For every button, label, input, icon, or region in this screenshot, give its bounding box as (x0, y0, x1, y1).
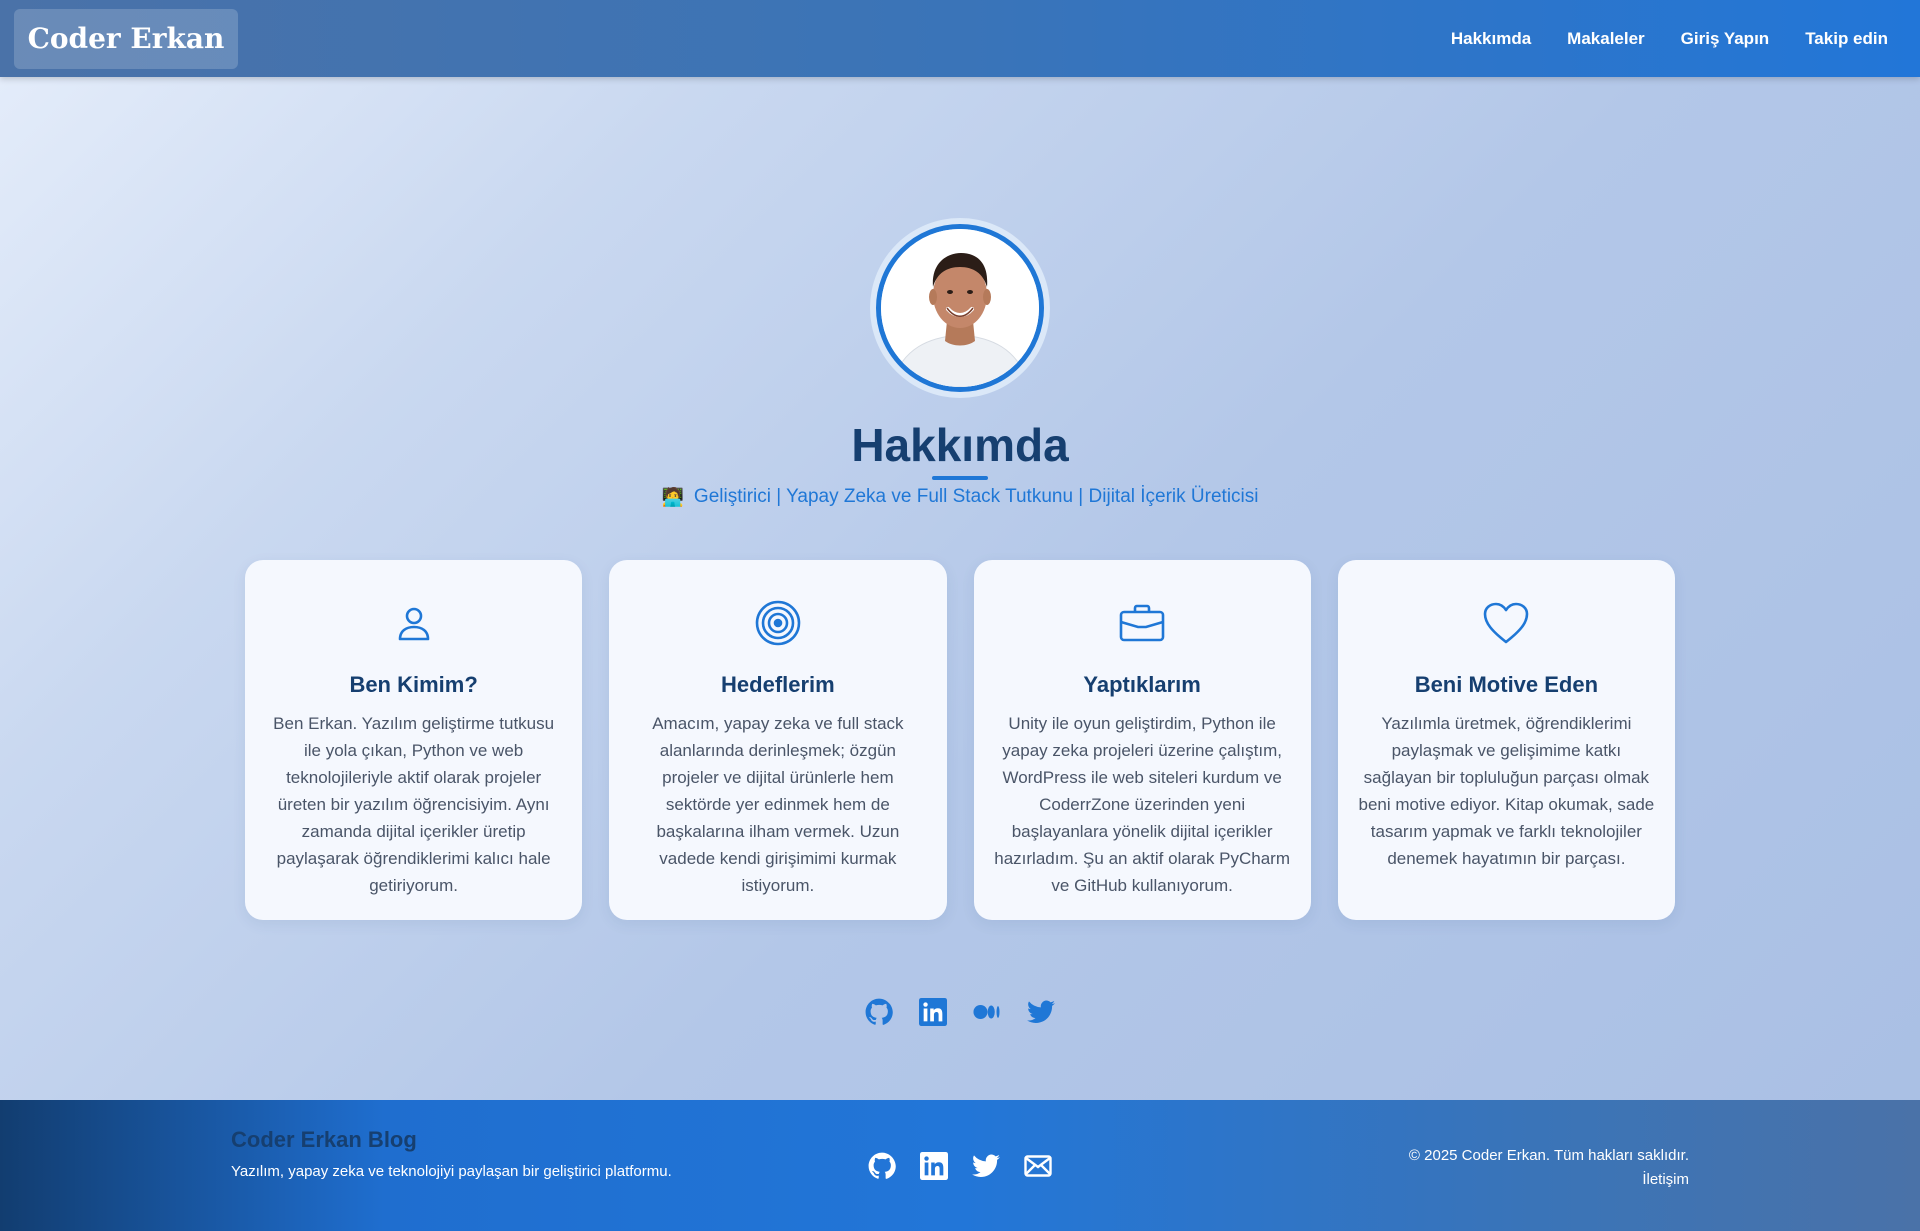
card-title: Ben Kimim? (349, 672, 478, 697)
twitter-icon[interactable] (1027, 998, 1055, 1026)
profile-avatar (876, 224, 1044, 392)
footer-brand-name: Coder Erkan Blog (231, 1127, 417, 1152)
nav-link-makaleler[interactable]: Makaleler (1567, 29, 1645, 49)
github-icon[interactable] (865, 998, 893, 1026)
medium-icon[interactable] (973, 998, 1001, 1026)
footer-social-links (868, 1152, 1052, 1180)
nav-link-takip-edin[interactable]: Takip edin (1805, 29, 1888, 49)
navbar: Coder Erkan Hakkımda Makaleler Giriş Yap… (0, 0, 1920, 77)
github-icon[interactable] (868, 1152, 896, 1180)
profile-photo (881, 229, 1039, 387)
about-cards: Ben Kimim? Ben Erkan. Yazılım geliştirme… (245, 560, 1675, 920)
twitter-icon[interactable] (972, 1152, 1000, 1180)
mail-icon[interactable] (1024, 1152, 1052, 1180)
card-yaptiklarim: Yaptıklarım Unity ile oyun geliştirdim, … (973, 560, 1311, 920)
card-title: Beni Motive Eden (1414, 672, 1599, 697)
card-hedeflerim: Hedeflerim Amacım, yapay zeka ve full st… (609, 560, 947, 920)
target-icon (629, 598, 926, 648)
footer-tagline: Yazılım, yapay zeka ve teknolojiyi payla… (231, 1163, 672, 1180)
card-title: Hedeflerim (721, 672, 835, 697)
nav-links: Hakkımda Makaleler Giriş Yapın Takip edi… (1451, 29, 1906, 49)
page-subtitle: 🧑‍💻 Geliştirici | Yapay Zeka ve Full Sta… (0, 486, 1920, 508)
linkedin-icon[interactable] (920, 1152, 948, 1180)
nav-link-giris-yapin[interactable]: Giriş Yapın (1681, 29, 1770, 49)
page-title: Hakkımda (851, 419, 1069, 471)
brand-logo[interactable]: Coder Erkan (14, 8, 238, 69)
card-ben-kimim: Ben Kimim? Ben Erkan. Yazılım geliştirme… (245, 560, 583, 920)
subtitle-text: Geliştirici | Yapay Zeka ve Full Stack T… (693, 486, 1259, 507)
card-beni-motive-eden: Beni Motive Eden Yazılımla üretmek, öğre… (1337, 560, 1675, 920)
card-text: Amacım, yapay zeka ve full stack alanlar… (652, 714, 904, 895)
heart-icon (1358, 598, 1655, 648)
contact-link[interactable]: İletişim (1642, 1171, 1689, 1188)
footer: Coder Erkan Blog Yazılım, yapay zeka ve … (0, 1100, 1920, 1231)
card-title: Yaptıklarım (1083, 672, 1201, 697)
nav-link-hakkimda[interactable]: Hakkımda (1451, 29, 1531, 49)
card-text: Yazılımla üretmek, öğrendiklerimi paylaş… (1358, 714, 1655, 868)
card-text: Ben Erkan. Yazılım geliştirme tutkusu il… (273, 714, 555, 895)
briefcase-icon (994, 598, 1291, 648)
user-icon (265, 598, 562, 648)
linkedin-icon[interactable] (919, 998, 947, 1026)
copyright-text: © 2025 Coder Erkan. Tüm hakları saklıdır… (1408, 1147, 1689, 1164)
card-text: Unity ile oyun geliştirdim, Python ile y… (994, 714, 1290, 895)
footer-right: © 2025 Coder Erkan. Tüm hakları saklıdır… (1409, 1144, 1689, 1192)
social-links (0, 998, 1920, 1026)
footer-brand: Coder Erkan Blog Yazılım, yapay zeka ve … (231, 1127, 672, 1180)
profile-avatar-ring (870, 218, 1050, 398)
developer-emoji-icon: 🧑‍💻 (661, 486, 684, 507)
title-underline (932, 476, 988, 480)
